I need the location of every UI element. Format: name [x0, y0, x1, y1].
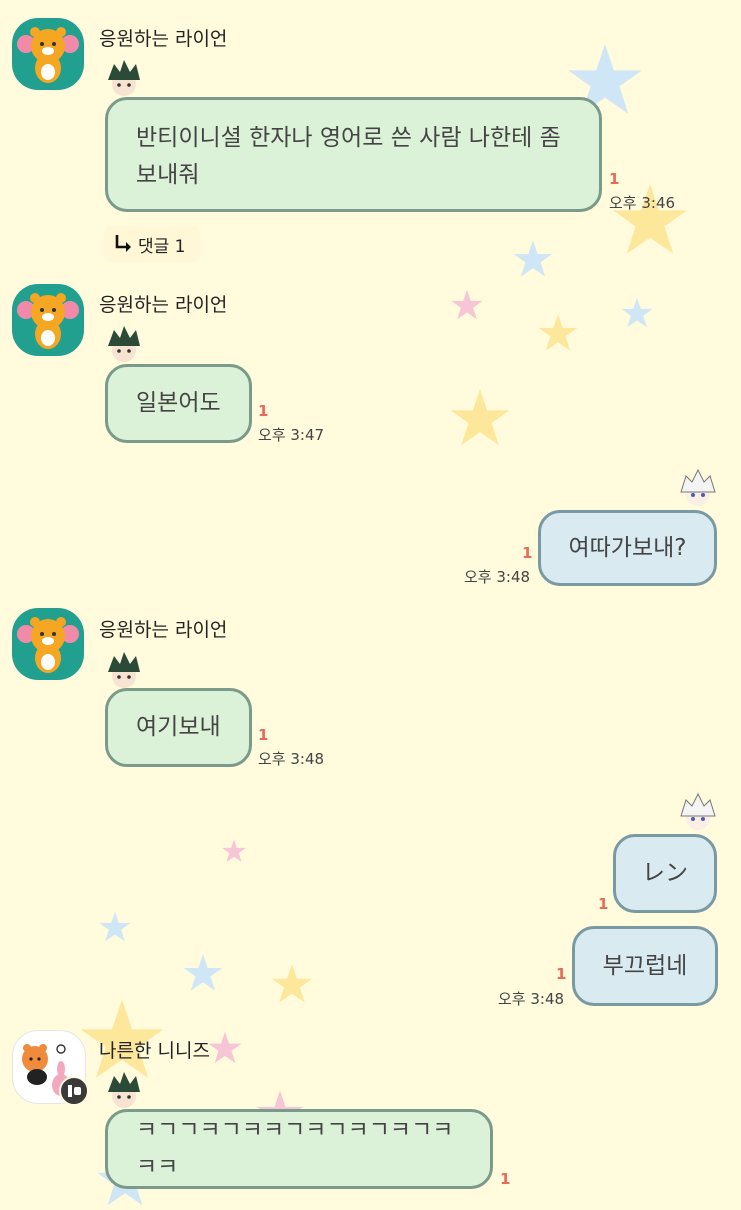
sender-avatar[interactable] — [12, 608, 84, 680]
unread-count: 1 — [598, 895, 609, 913]
message-time: 오후 3:48 — [258, 750, 325, 768]
white-haired-boy-sticker-icon — [680, 792, 716, 830]
dark-haired-boy-sticker-icon — [108, 60, 140, 96]
reply-count-label: 댓글 1 — [138, 236, 186, 257]
message-bubble[interactable]: 여따가보내? — [538, 510, 717, 586]
star-decoration-icon — [513, 240, 553, 277]
star-decoration-icon — [450, 389, 510, 445]
sender-avatar[interactable] — [12, 284, 84, 356]
message-text: 부끄럽네 — [602, 952, 688, 979]
message-bubble[interactable]: 부끄럽네 — [572, 926, 718, 1006]
star-decoration-icon — [208, 1031, 242, 1064]
message-bubble[interactable]: 일본어도 — [105, 364, 252, 443]
message-text: ㅋㄱㄱㅋㄱㅋㅋㄱㅋㄱㅋㄱㅋㄱㅋㅋㅋ — [136, 1117, 454, 1180]
ryan-avatar-icon — [17, 27, 79, 83]
sender-name: 응원하는 라이언 — [99, 294, 228, 316]
unread-count: 1 — [556, 965, 567, 983]
sender-name: 나른한 니니즈 — [99, 1040, 210, 1062]
message-text: 여따가보내? — [568, 534, 687, 561]
message-text: 일본어도 — [136, 390, 221, 416]
message-text-line: 반티이니셜 한자나 영어로 쓴 사람 나한테 좀 — [136, 125, 561, 151]
message-time: 오후 3:47 — [258, 426, 325, 444]
profile-badge-icon — [59, 1076, 89, 1106]
message-bubble[interactable]: 반티이니셜 한자나 영어로 쓴 사람 나한테 좀 보내줘 — [105, 97, 602, 212]
unread-count: 1 — [522, 544, 533, 562]
ryan-avatar-icon — [17, 617, 79, 673]
message-text-line: 보내줘 — [136, 162, 200, 188]
sender-name: 응원하는 라이언 — [99, 619, 228, 641]
message-text: レン — [642, 860, 688, 886]
star-decoration-icon — [222, 839, 246, 862]
message-time: 오후 3:48 — [498, 990, 565, 1008]
dark-haired-boy-sticker-icon — [108, 326, 140, 362]
unread-count: 1 — [258, 402, 269, 420]
star-decoration-icon — [271, 964, 313, 1003]
star-decoration-icon — [183, 954, 223, 991]
star-decoration-icon — [621, 297, 653, 328]
unread-count: 1 — [609, 170, 620, 188]
sender-name: 응원하는 라이언 — [99, 28, 228, 50]
star-decoration-icon — [538, 314, 578, 351]
unread-count: 1 — [258, 726, 269, 744]
message-bubble[interactable]: 여기보내 — [105, 688, 252, 767]
ryan-avatar-icon — [17, 293, 79, 349]
message-bubble[interactable]: レン — [613, 834, 717, 913]
message-text: 여기보내 — [136, 714, 221, 740]
sender-avatar[interactable] — [12, 18, 84, 90]
star-decoration-icon — [99, 911, 131, 942]
dark-haired-boy-sticker-icon — [108, 652, 140, 688]
message-bubble[interactable]: ㅋㄱㄱㅋㄱㅋㅋㄱㅋㄱㅋㄱㅋㄱㅋㅋㅋ — [105, 1109, 493, 1189]
white-haired-boy-sticker-icon — [680, 468, 716, 506]
reply-thread-button[interactable]: 댓글 1 — [104, 226, 200, 262]
message-time: 오후 3:46 — [609, 194, 676, 212]
dark-haired-boy-sticker-icon — [108, 1072, 140, 1108]
message-time: 오후 3:48 — [464, 568, 531, 586]
reply-arrow-icon — [115, 235, 131, 252]
unread-count: 1 — [500, 1170, 511, 1188]
star-decoration-icon — [451, 289, 483, 320]
